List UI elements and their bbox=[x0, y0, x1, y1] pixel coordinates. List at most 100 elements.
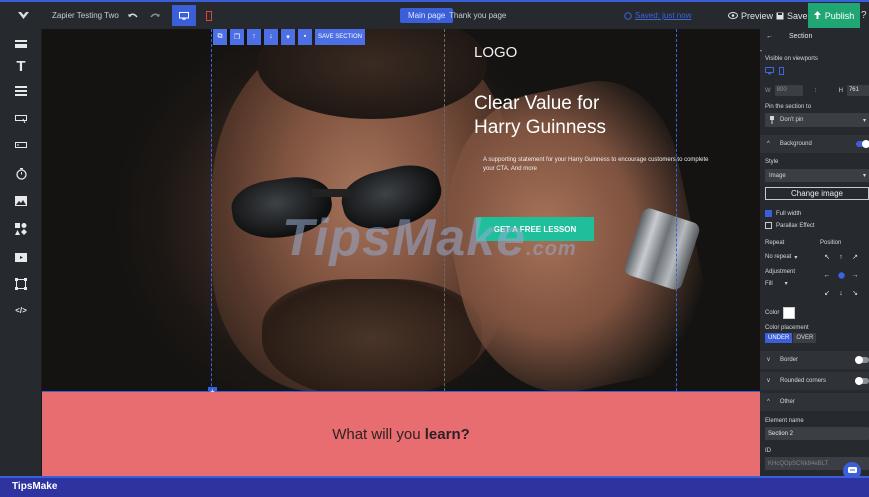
undo-icon[interactable] bbox=[128, 2, 138, 29]
project-name[interactable]: Zapier Testing Two bbox=[52, 2, 119, 29]
move-up-icon[interactable]: ↑ bbox=[247, 29, 261, 45]
hero-supporting-text[interactable]: A supporting statement for your Harry Gu… bbox=[483, 156, 713, 174]
position-top-right-icon[interactable]: ↗ bbox=[848, 250, 862, 264]
height-input[interactable]: 761 bbox=[846, 85, 869, 96]
over-toggle-button[interactable]: OVER bbox=[793, 333, 817, 343]
pin-section-icon[interactable]: ▾ bbox=[281, 29, 295, 45]
repeat-select[interactable]: No repeat ▾ bbox=[765, 251, 815, 263]
position-top-icon[interactable]: ↑ bbox=[834, 250, 848, 264]
pin-select[interactable]: Don't pin ▾ bbox=[765, 113, 869, 127]
visible-viewports-label: Visible on viewports bbox=[765, 56, 818, 62]
redo-icon[interactable] bbox=[150, 2, 160, 29]
desktop-view-icon[interactable] bbox=[172, 5, 196, 26]
chevron-down-icon: ▾ bbox=[862, 173, 866, 179]
chevron-down-icon: ▾ bbox=[862, 117, 866, 124]
saved-status: Saved: just now bbox=[635, 11, 692, 20]
properties-panel: ← Section – Visible on viewports W 800 ⁝… bbox=[760, 29, 869, 476]
adjustment-select[interactable]: Fill ▾ bbox=[765, 280, 805, 288]
position-bottom-icon[interactable]: ↓ bbox=[834, 286, 848, 300]
width-stepper-icon[interactable]: ⁝ bbox=[815, 87, 817, 94]
other-section-header[interactable]: ^ Other bbox=[760, 393, 869, 411]
save-button[interactable]: Save bbox=[776, 2, 808, 29]
color-placement-label: Color placement bbox=[765, 325, 809, 331]
preview-button[interactable]: Preview bbox=[728, 2, 773, 29]
position-bottom-left-icon[interactable]: ↙ bbox=[820, 286, 834, 300]
width-input[interactable]: 800 bbox=[774, 85, 803, 96]
background-section-header[interactable]: ^ Background bbox=[760, 135, 869, 153]
color-label: Color bbox=[765, 310, 780, 316]
full-width-checkbox[interactable]: Full width bbox=[765, 210, 801, 217]
background-toggle[interactable] bbox=[856, 140, 869, 148]
viewport-mobile-icon[interactable] bbox=[779, 67, 784, 75]
button-tool-icon[interactable] bbox=[11, 109, 31, 129]
panel-title: Section bbox=[789, 33, 813, 40]
video-tool-icon[interactable] bbox=[11, 247, 31, 267]
shapes-tool-icon[interactable] bbox=[11, 219, 31, 239]
border-toggle[interactable] bbox=[855, 356, 869, 364]
tab-thank-you-page[interactable]: Thank you page bbox=[449, 2, 506, 29]
parallax-checkbox[interactable]: Parallax Effect bbox=[765, 222, 815, 229]
element-name-input[interactable]: Section 2 bbox=[765, 427, 869, 440]
save-section-button[interactable]: SAVE SECTION bbox=[315, 29, 365, 45]
chevron-down-icon: ▾ bbox=[784, 281, 788, 287]
floppy-icon bbox=[776, 12, 784, 19]
box-tool-icon[interactable] bbox=[11, 274, 31, 294]
footer-banner: TipsMake bbox=[0, 476, 869, 497]
position-top-left-icon[interactable]: ↖ bbox=[820, 250, 834, 264]
code-tool-icon[interactable]: </> bbox=[11, 300, 31, 320]
element-sidebar: T </> bbox=[0, 29, 42, 476]
pin-label: Pin the section to bbox=[765, 104, 812, 110]
move-down-icon[interactable]: ↓ bbox=[264, 29, 278, 45]
style-select[interactable]: Image ▾ bbox=[765, 169, 869, 182]
hero-headline[interactable]: Clear Value for Harry Guinness bbox=[474, 92, 704, 140]
mobile-view-icon[interactable] bbox=[206, 2, 212, 29]
page-builder-app: Zapier Testing Two Main page Thank you p… bbox=[0, 0, 869, 497]
editor-canvas[interactable]: LOGO Clear Value for Harry Guinness A su… bbox=[42, 29, 760, 476]
change-image-button[interactable]: Change image bbox=[765, 187, 869, 200]
publish-button[interactable]: Publish bbox=[808, 3, 860, 28]
adjustment-label: Adjustment bbox=[765, 269, 796, 275]
repeat-label: Repeat bbox=[765, 240, 785, 246]
position-bottom-right-icon[interactable]: ↘ bbox=[848, 286, 862, 300]
eye-icon bbox=[728, 12, 738, 19]
position-left-icon[interactable]: ← bbox=[820, 268, 834, 282]
duplicate-section-icon[interactable]: ❐ bbox=[230, 29, 244, 45]
chevron-down-icon: ▾ bbox=[794, 254, 798, 261]
back-arrow-icon[interactable]: ← bbox=[766, 33, 773, 40]
color-swatch[interactable] bbox=[783, 307, 796, 319]
hero-logo[interactable]: LOGO bbox=[474, 44, 517, 61]
form-tool-icon[interactable] bbox=[11, 81, 31, 101]
top-toolbar: Zapier Testing Two Main page Thank you p… bbox=[0, 0, 869, 29]
element-name-label: Element name bbox=[765, 418, 804, 424]
chevron-down-icon: v bbox=[767, 357, 770, 363]
app-logo-icon[interactable] bbox=[18, 2, 29, 29]
section-tool-icon[interactable] bbox=[11, 35, 31, 55]
viewport-desktop-icon[interactable] bbox=[765, 67, 774, 75]
sunglasses-bridge bbox=[312, 189, 352, 197]
pin-icon bbox=[770, 116, 774, 124]
watermark: TipsMake.com bbox=[282, 209, 577, 267]
text-tool-icon[interactable]: T bbox=[11, 56, 31, 76]
input-tool-icon[interactable] bbox=[11, 136, 31, 156]
position-right-icon[interactable]: → bbox=[848, 268, 862, 282]
timer-tool-icon[interactable] bbox=[11, 164, 31, 184]
image-tool-icon[interactable] bbox=[11, 191, 31, 211]
id-label: ID bbox=[765, 448, 771, 454]
collapse-panel-icon[interactable]: – bbox=[760, 46, 764, 55]
position-label: Position bbox=[820, 240, 842, 246]
learn-heading[interactable]: What will you learn? bbox=[42, 426, 760, 443]
under-toggle-button[interactable]: UNDER bbox=[765, 333, 793, 343]
copy-section-icon[interactable]: ⧉ bbox=[213, 29, 227, 45]
rounded-corners-toggle[interactable] bbox=[855, 377, 869, 385]
chevron-up-icon: ^ bbox=[767, 141, 770, 147]
section-toolbar: ⧉ ❐ ↑ ↓ ▾ ▪ SAVE SECTION bbox=[213, 29, 365, 46]
delete-section-icon[interactable]: ▪ bbox=[298, 29, 312, 45]
help-button[interactable]: ? bbox=[861, 2, 869, 29]
border-section-header[interactable]: v Border bbox=[760, 351, 869, 369]
rounded-corners-section-header[interactable]: v Rounded corners bbox=[760, 372, 869, 390]
width-label: W bbox=[765, 87, 771, 94]
checkbox-icon bbox=[765, 222, 772, 229]
tab-main-page[interactable]: Main page bbox=[400, 8, 454, 23]
chevron-down-icon: v bbox=[767, 378, 770, 384]
position-center-icon[interactable] bbox=[834, 268, 848, 282]
